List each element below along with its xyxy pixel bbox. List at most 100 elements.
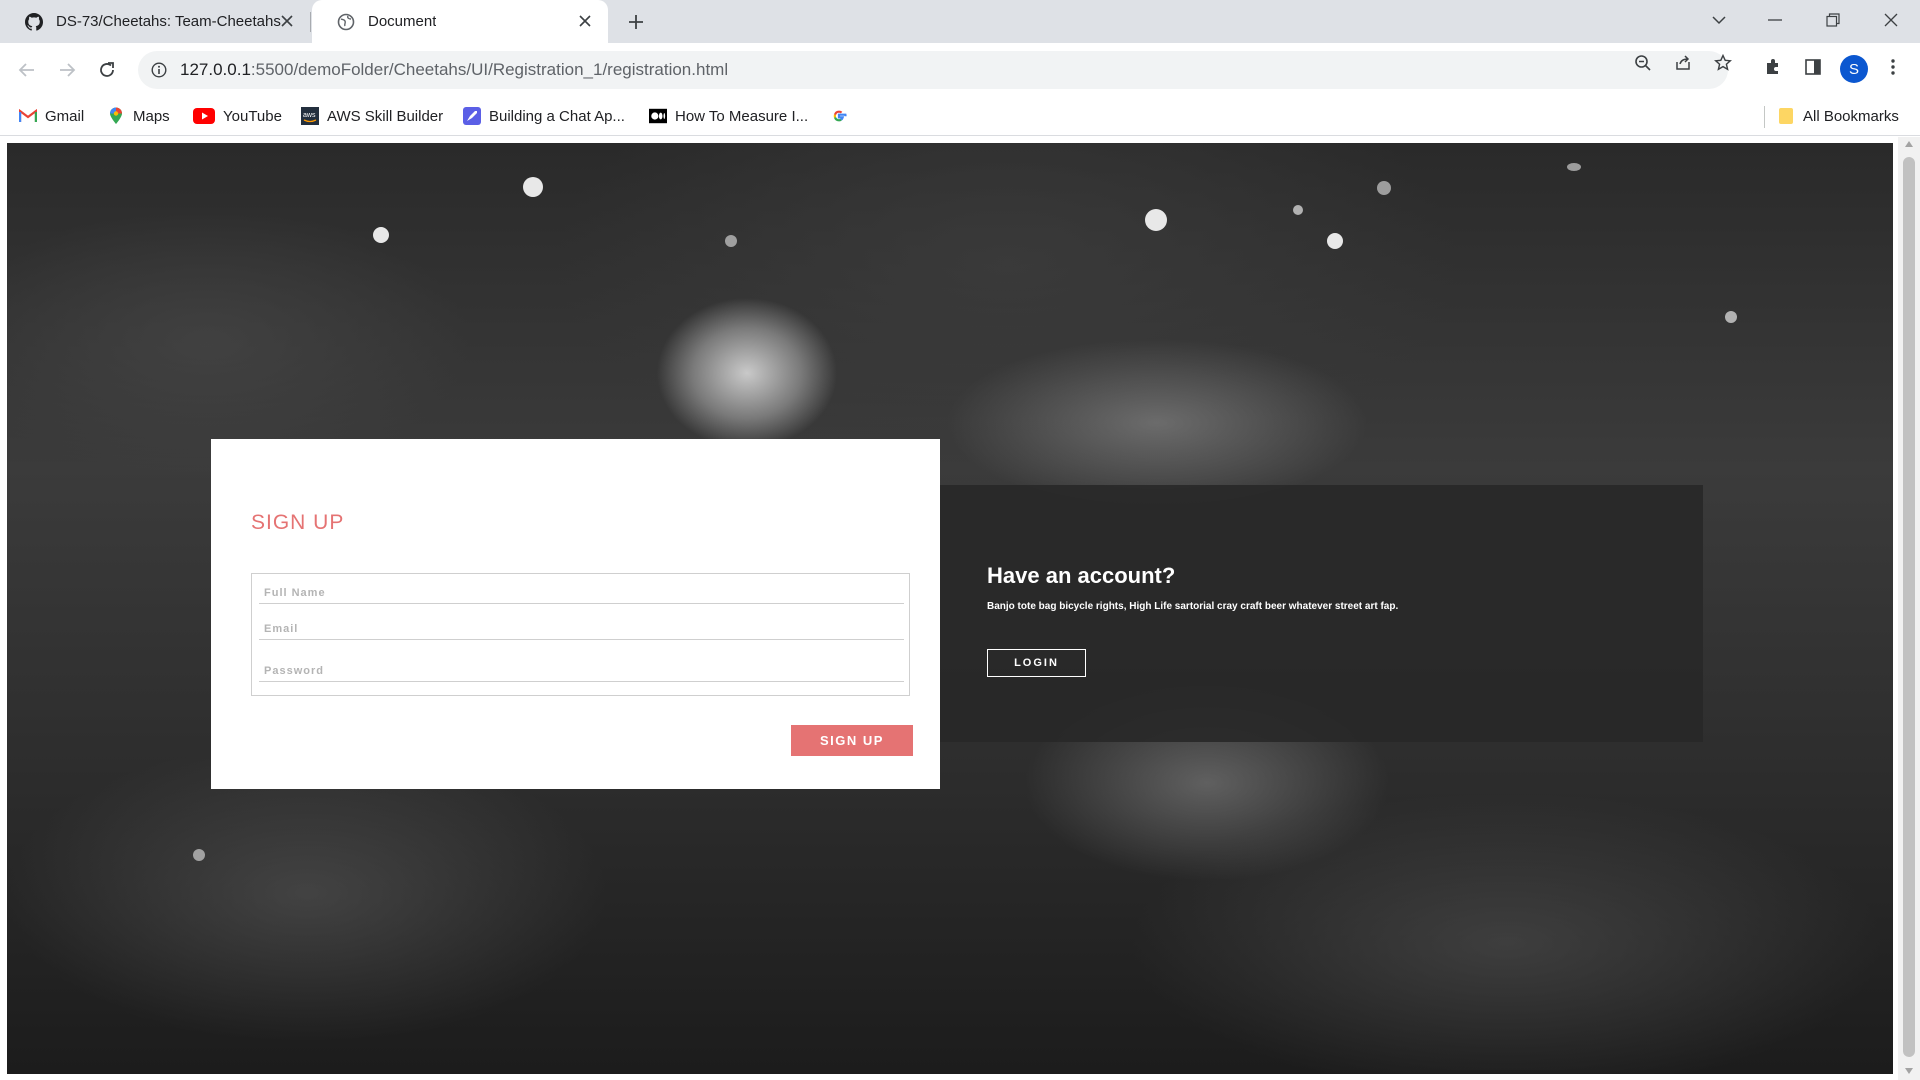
browser-toolbar: 127.0.0.1:5500/demoFolder/Cheetahs/UI/Re… bbox=[0, 43, 1920, 96]
bookmark-youtube[interactable]: YouTube bbox=[193, 104, 282, 128]
medium-icon bbox=[649, 107, 667, 125]
bookmarks-bar: Gmail Maps YouTube aws AWS Skill Builder… bbox=[0, 96, 1920, 136]
google-icon bbox=[830, 107, 848, 125]
signup-title: SIGN UP bbox=[251, 511, 345, 534]
menu-button[interactable] bbox=[1881, 55, 1905, 79]
bookmark-star-button[interactable] bbox=[1711, 51, 1735, 75]
side-panel-button[interactable] bbox=[1801, 55, 1825, 79]
back-button[interactable] bbox=[13, 56, 41, 84]
reload-button[interactable] bbox=[93, 56, 121, 84]
light-speck bbox=[1145, 209, 1167, 231]
signup-form bbox=[251, 573, 910, 696]
new-tab-button[interactable] bbox=[624, 10, 648, 34]
tab-github[interactable]: DS-73/Cheetahs: Team-Cheetahs bbox=[0, 0, 310, 43]
profile-avatar[interactable]: S bbox=[1840, 55, 1868, 83]
light-speck bbox=[1293, 205, 1303, 215]
tab-title: DS-73/Cheetahs: Team-Cheetahs bbox=[56, 13, 281, 30]
tab-search-button[interactable] bbox=[1690, 0, 1748, 40]
bookmark-label: Gmail bbox=[45, 107, 85, 125]
light-speck bbox=[193, 849, 205, 861]
address-bar[interactable]: 127.0.0.1:5500/demoFolder/Cheetahs/UI/Re… bbox=[138, 51, 1728, 89]
scrollbar-thumb[interactable] bbox=[1903, 157, 1915, 1057]
tab-separator bbox=[310, 12, 311, 32]
light-speck bbox=[523, 177, 543, 197]
close-icon bbox=[1884, 13, 1898, 27]
close-window-button[interactable] bbox=[1862, 0, 1920, 40]
bookmark-aws[interactable]: aws AWS Skill Builder bbox=[301, 104, 443, 128]
zoom-button[interactable] bbox=[1631, 51, 1655, 75]
youtube-icon bbox=[193, 107, 215, 125]
bookmark-maps[interactable]: Maps bbox=[107, 104, 170, 128]
plus-icon bbox=[629, 15, 643, 29]
signup-card: SIGN UP SIGN UP bbox=[211, 439, 940, 789]
scroll-down-icon[interactable] bbox=[1904, 1066, 1914, 1076]
reload-icon bbox=[100, 62, 114, 77]
share-button[interactable] bbox=[1671, 51, 1695, 75]
globe-icon bbox=[336, 12, 356, 32]
page-scrollbar[interactable] bbox=[1898, 137, 1920, 1080]
close-icon[interactable] bbox=[278, 12, 296, 30]
scroll-up-icon[interactable] bbox=[1904, 139, 1914, 149]
bookmark-label: YouTube bbox=[223, 107, 282, 125]
bookmark-google[interactable] bbox=[830, 104, 856, 128]
light-speck bbox=[373, 227, 389, 243]
star-icon bbox=[1714, 54, 1732, 71]
login-button[interactable]: LOGIN bbox=[987, 649, 1086, 677]
page-viewport: SIGN UP SIGN UP Have an account? Banjo t… bbox=[0, 137, 1920, 1080]
light-speck bbox=[1377, 181, 1391, 195]
light-speck bbox=[1725, 311, 1737, 323]
email-input[interactable] bbox=[259, 610, 904, 639]
more-vert-icon bbox=[1891, 59, 1895, 75]
full-name-input[interactable] bbox=[259, 574, 904, 603]
puzzle-icon bbox=[1767, 59, 1778, 74]
url-text: 127.0.0.1:5500/demoFolder/Cheetahs/UI/Re… bbox=[180, 60, 728, 80]
light-speck bbox=[725, 235, 737, 247]
tab-title: Document bbox=[368, 13, 437, 30]
password-field bbox=[259, 652, 904, 682]
light-speck bbox=[1567, 163, 1581, 171]
minimize-icon bbox=[1768, 19, 1782, 21]
all-bookmarks-button[interactable]: All Bookmarks bbox=[1777, 104, 1899, 128]
login-heading: Have an account? bbox=[987, 563, 1176, 588]
side-panel-icon bbox=[1805, 59, 1821, 75]
close-icon[interactable] bbox=[576, 12, 594, 30]
tab-document[interactable]: Document bbox=[312, 0, 608, 43]
restore-button[interactable] bbox=[1804, 0, 1862, 40]
aws-icon: aws bbox=[301, 107, 319, 125]
bookmark-label: AWS Skill Builder bbox=[327, 107, 444, 125]
tab-strip: DS-73/Cheetahs: Team-Cheetahs Document bbox=[0, 0, 1920, 43]
arrow-left-icon bbox=[18, 63, 34, 77]
rocket-icon bbox=[463, 107, 481, 125]
login-description: Banjo tote bag bicycle rights, High Life… bbox=[987, 601, 1399, 612]
minimize-button[interactable] bbox=[1746, 0, 1804, 40]
share-icon bbox=[1676, 55, 1690, 70]
arrow-right-icon bbox=[60, 63, 76, 77]
full-name-field bbox=[259, 574, 904, 604]
bookmark-label: Maps bbox=[133, 107, 170, 125]
svg-text:aws: aws bbox=[303, 112, 316, 119]
email-field bbox=[259, 610, 904, 640]
bookmarks-separator bbox=[1764, 106, 1765, 128]
bookmark-label: How To Measure I... bbox=[675, 107, 809, 125]
login-panel: Have an account? Banjo tote bag bicycle … bbox=[940, 485, 1703, 742]
password-input[interactable] bbox=[259, 652, 904, 681]
bookmark-gmail[interactable]: Gmail bbox=[19, 104, 84, 128]
forward-button[interactable] bbox=[53, 56, 81, 84]
signup-button[interactable]: SIGN UP bbox=[791, 725, 913, 756]
maps-icon bbox=[107, 107, 125, 125]
zoom-icon bbox=[1635, 55, 1651, 71]
url-host: 127.0.0.1 bbox=[180, 60, 251, 79]
info-icon[interactable] bbox=[150, 61, 168, 79]
bookmark-medium[interactable]: How To Measure I... bbox=[649, 104, 808, 128]
extensions-button[interactable] bbox=[1761, 55, 1785, 79]
restore-icon bbox=[1826, 13, 1840, 27]
url-path: :5500/demoFolder/Cheetahs/UI/Registratio… bbox=[250, 60, 729, 79]
folder-icon bbox=[1777, 107, 1795, 125]
bookmark-chat-app[interactable]: Building a Chat Ap... bbox=[463, 104, 625, 128]
gmail-icon bbox=[19, 107, 37, 125]
all-bookmarks-label: All Bookmarks bbox=[1803, 107, 1899, 125]
github-icon bbox=[24, 12, 44, 32]
bookmark-label: Building a Chat Ap... bbox=[489, 107, 625, 125]
chevron-down-icon bbox=[1712, 16, 1726, 25]
light-speck bbox=[1327, 233, 1343, 249]
